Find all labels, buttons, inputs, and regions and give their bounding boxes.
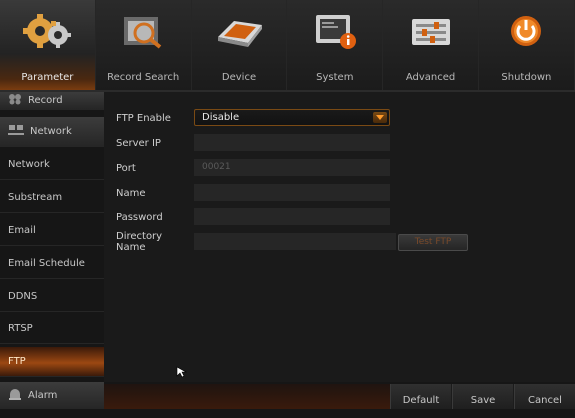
bottom-accent (104, 384, 390, 409)
password-field[interactable] (194, 208, 390, 225)
sidebar: Record Network Network Substream Email E… (0, 92, 104, 409)
server-ip-field[interactable] (194, 134, 390, 151)
system-info-icon (308, 10, 362, 52)
directory-name-field[interactable] (194, 233, 396, 250)
sidebar-item-rtsp[interactable]: RTSP (0, 314, 104, 344)
field-label: FTP Enable (116, 112, 171, 124)
bottom-bar: Default Save Cancel (104, 384, 575, 409)
password-row: Password (116, 208, 194, 226)
field-label: Port (116, 162, 136, 174)
chevron-down-icon[interactable] (373, 112, 387, 123)
tab-device[interactable]: Device (192, 0, 288, 90)
directory-row: Directory Name (116, 231, 194, 253)
sidebar-item-label: DDNS (8, 291, 38, 302)
tab-label: Device (221, 72, 257, 83)
save-button[interactable]: Save (452, 384, 513, 409)
sidebar-item-ddns[interactable]: DDNS (0, 282, 104, 312)
tab-parameter[interactable]: Parameter (0, 0, 96, 90)
field-label: Server IP (116, 137, 161, 149)
sidebar-item-label: Network (8, 159, 50, 170)
sidebar-item-label: FTP (8, 356, 26, 367)
sidebar-group-label: Record (28, 95, 63, 106)
network-icon (8, 124, 24, 139)
tab-system[interactable]: System (287, 0, 384, 90)
ftp-enable-select[interactable]: Disable (194, 109, 390, 126)
sidebar-item-label: Email (8, 225, 36, 236)
default-button[interactable]: Default (390, 384, 451, 409)
sidebar-item-email[interactable]: Email (0, 216, 104, 246)
record-icon (8, 93, 22, 108)
tab-record-search[interactable]: Record Search (96, 0, 192, 90)
ftp-enable-row: FTP Enable (116, 109, 194, 127)
sidebar-item-network[interactable]: Network (0, 150, 104, 180)
sidebar-group-record[interactable]: Record (0, 92, 104, 110)
cancel-button[interactable]: Cancel (514, 384, 575, 409)
tab-label: Record Search (107, 72, 180, 83)
sidebar-group-label: Network (30, 126, 72, 137)
tab-shutdown[interactable]: Shutdown (479, 0, 575, 90)
port-field[interactable]: 00021 (194, 159, 390, 176)
mouse-cursor-icon (176, 366, 188, 381)
sidebar-item-substream[interactable]: Substream (0, 183, 104, 213)
tab-label: System (316, 72, 354, 83)
field-label: Directory Name (116, 231, 163, 253)
top-navigation: Parameter Record Search Device System Ad… (0, 0, 575, 92)
hard-drive-icon (212, 10, 266, 52)
film-search-icon (116, 10, 170, 52)
name-field[interactable] (194, 184, 390, 201)
sliders-icon (404, 10, 458, 52)
port-row: Port (116, 159, 194, 177)
ftp-settings-panel: FTP Enable Disable Server IP Port 00021 … (104, 92, 575, 382)
gears-icon (20, 10, 74, 52)
select-value: Disable (202, 112, 240, 123)
sidebar-group-alarm[interactable]: Alarm (0, 382, 104, 409)
sidebar-item-label: Substream (8, 192, 63, 203)
power-icon (499, 10, 553, 52)
alarm-icon (8, 388, 22, 403)
sidebar-item-label: Email Schedule (8, 258, 85, 269)
tab-label: Parameter (21, 72, 74, 83)
sidebar-item-ftp[interactable]: FTP (0, 347, 104, 377)
server-ip-row: Server IP (116, 134, 194, 152)
tab-label: Advanced (405, 72, 456, 83)
tab-label: Shutdown (501, 72, 552, 83)
tab-advanced[interactable]: Advanced (383, 0, 479, 90)
sidebar-item-label: RTSP (8, 323, 33, 334)
name-row: Name (116, 184, 194, 202)
test-ftp-button[interactable]: Test FTP (398, 234, 468, 251)
sidebar-group-label: Alarm (28, 390, 58, 401)
field-label: Password (116, 211, 163, 223)
sidebar-group-network[interactable]: Network (0, 117, 104, 147)
field-label: Name (116, 187, 146, 199)
sidebar-item-email-schedule[interactable]: Email Schedule (0, 249, 104, 279)
